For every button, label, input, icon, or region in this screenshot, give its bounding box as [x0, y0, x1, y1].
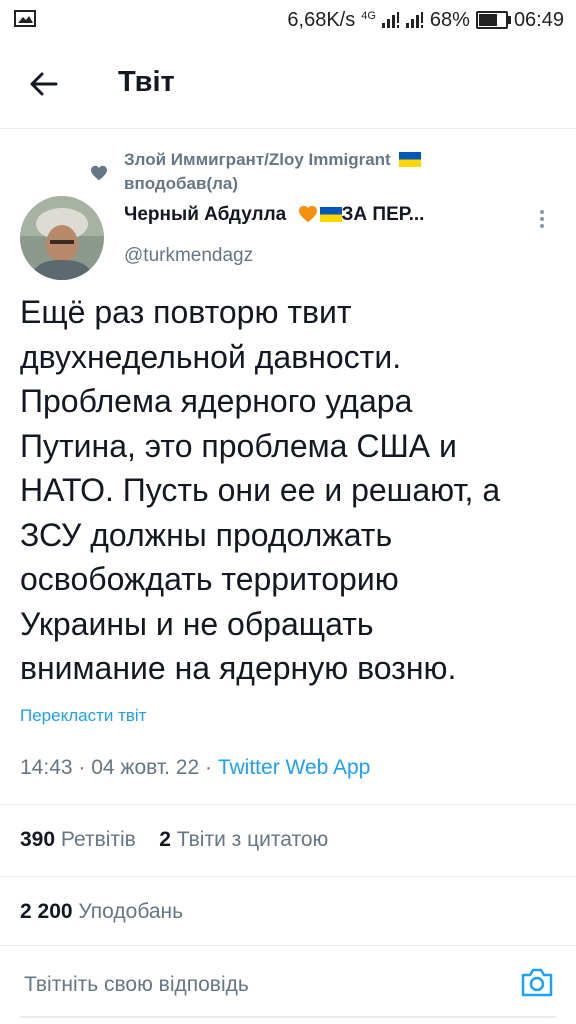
ukraine-flag-icon: [399, 152, 422, 167]
social-context[interactable]: Злой Иммигрант/Zloy Immigrant вподобав(л…: [124, 148, 504, 196]
status-indicators: 6,68K/s 4G 68% 06:49: [287, 8, 564, 32]
image-notification-icon: [14, 10, 36, 27]
social-context-action: вподобав(ла): [124, 174, 239, 193]
heart-icon: [91, 165, 107, 181]
tweet-time: 14:43: [20, 756, 73, 779]
tweet-metadata: 14:43 · 04 жовт. 22 · Twitter Web App: [20, 756, 370, 780]
divider: [0, 945, 576, 946]
status-bar: 6,68K/s 4G 68% 06:49: [0, 0, 576, 40]
signal-2-icon: [405, 12, 423, 28]
top-app-bar: Твіт: [0, 40, 576, 129]
avatar-image: [20, 196, 104, 280]
author-name[interactable]: Черный Абдулла ЗА ПЕР...: [124, 204, 494, 226]
translate-tweet-link[interactable]: Перекласти твіт: [20, 706, 146, 726]
author-name-suffix: ЗА ПЕР...: [341, 204, 425, 225]
quotes-label: Твіти з цитатою: [176, 828, 329, 851]
retweet-stats: 390 Ретвітів 2 Твіти з цитатою: [20, 828, 328, 852]
author-handle[interactable]: @turkmendagz: [124, 245, 253, 267]
network-speed: 6,68K/s: [287, 8, 356, 31]
network-type: 4G: [361, 10, 376, 22]
more-vertical-icon[interactable]: [532, 207, 552, 231]
retweets-stat[interactable]: 390 Ретвітів: [20, 828, 136, 851]
quotes-count: 2: [159, 828, 171, 851]
reply-input[interactable]: Твітніть свою відповідь: [24, 973, 249, 997]
likes-stat[interactable]: 2 200 Уподобань: [20, 900, 183, 924]
page-title: Твіт: [118, 66, 175, 98]
meta-separator: ·: [205, 756, 218, 779]
retweets-count: 390: [20, 828, 56, 851]
arrow-left-icon[interactable]: [26, 66, 62, 102]
social-context-user: Злой Иммигрант/Zloy Immigrant: [124, 150, 391, 169]
camera-icon[interactable]: [520, 966, 554, 998]
battery-percent: 68%: [429, 8, 470, 31]
retweets-label: Ретвітів: [60, 828, 136, 851]
tweet-date: 04 жовт. 22: [91, 756, 200, 779]
divider: [0, 804, 576, 805]
meta-separator: ·: [78, 756, 92, 779]
battery-icon: [475, 11, 511, 29]
likes-label: Уподобань: [78, 900, 184, 923]
reply-underline: [20, 1016, 556, 1018]
author-name-text: Черный Абдулла: [124, 204, 287, 225]
quotes-stat[interactable]: 2 Твіти з цитатою: [159, 828, 328, 851]
orange-heart-icon: [298, 205, 317, 223]
avatar[interactable]: [20, 196, 104, 280]
likes-count: 2 200: [20, 900, 73, 923]
clock: 06:49: [513, 8, 564, 31]
battery-fill: [478, 14, 497, 26]
tweet-source-app[interactable]: Twitter Web App: [218, 756, 371, 779]
signal-icon: [381, 12, 399, 28]
divider: [0, 876, 576, 877]
tweet-text: Ещё раз повторю твит двухнедельной давно…: [20, 294, 501, 686]
ukraine-flag-icon: [319, 207, 342, 222]
